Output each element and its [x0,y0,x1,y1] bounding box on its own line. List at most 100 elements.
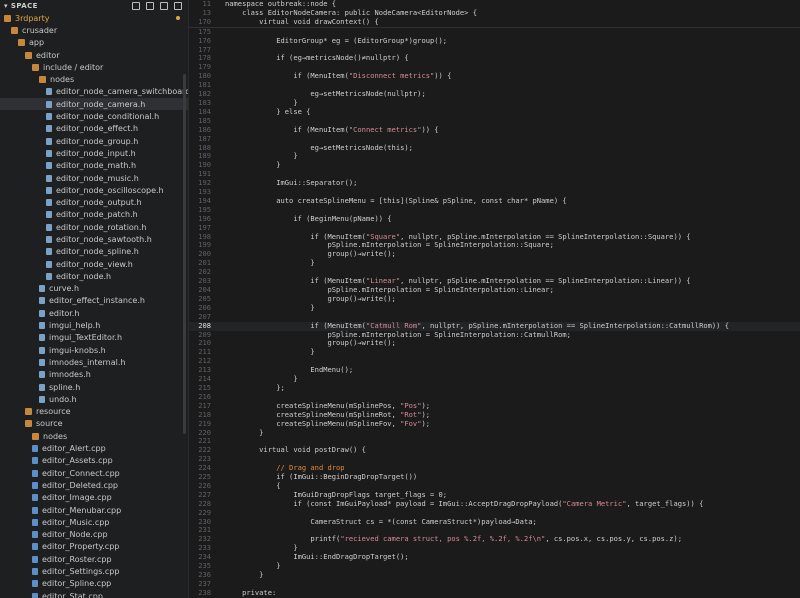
code-text: } else { [225,106,311,116]
code-editor[interactable]: 11 namespace outbreak::node {13 class Edi… [189,0,800,598]
new-file-icon[interactable] [132,2,140,10]
code-line[interactable]: 211 } [189,347,800,357]
code-line[interactable]: 222 virtual void postDraw() { [189,445,800,455]
tree-file[interactable]: imnodes_internal.h [0,356,188,368]
tree-file[interactable]: spline.h [0,381,188,393]
tree-file[interactable]: editor_Image.cpp [0,492,188,504]
refresh-icon[interactable] [160,2,168,10]
code-line[interactable]: 192 ImGui::Separator(); [189,178,800,188]
tree-file[interactable]: editor_Spline.cpp [0,578,188,590]
tree-folder[interactable]: nodes [0,73,188,85]
explorer-scrollbar[interactable] [183,74,186,434]
code-line[interactable]: 228 if (const ImGuiPayload* payload = Im… [189,499,800,509]
file-icon [32,555,38,563]
tree-file[interactable]: editor_node_output.h [0,196,188,208]
tree-file[interactable]: editor_node_music.h [0,172,188,184]
tree-folder[interactable]: resource [0,406,188,418]
tree-file[interactable]: editor_node_camera_switchboard.h [0,86,188,98]
tree-folder[interactable]: editor [0,49,188,61]
tree-file[interactable]: editor_node_conditional.h [0,110,188,122]
tree-file[interactable]: curve.h [0,283,188,295]
tree-file[interactable]: imgui-knobs.h [0,344,188,356]
tree-file[interactable]: editor_Connect.cpp [0,467,188,479]
tree-file[interactable]: editor_Assets.cpp [0,455,188,467]
file-icon [32,518,38,526]
tree-item-label: editor_Stat.cpp [42,591,103,598]
code-line[interactable]: 230 CameraStruct cs = *(const CameraStru… [189,517,800,527]
tree-file[interactable]: editor_Settings.cpp [0,565,188,577]
sticky-scroll-header[interactable]: 11 namespace outbreak::node {13 class Edi… [189,0,800,28]
tree-file[interactable]: editor.h [0,307,188,319]
tree-file[interactable]: undo.h [0,393,188,405]
file-icon [32,481,38,489]
tree-folder[interactable]: nodes [0,430,188,442]
code-line[interactable]: 178 if (eg→metricsNode()≠nullptr) { [189,54,800,63]
tree-file[interactable]: editor_Alert.cpp [0,442,188,454]
code-text: } [225,302,315,312]
tree-file[interactable]: editor_Stat.cpp [0,590,188,598]
code-line[interactable]: 220 } [189,428,800,438]
tree-file[interactable]: editor_node_input.h [0,147,188,159]
file-icon [32,494,38,502]
code-line[interactable]: 170 virtual void drawContext() { [189,17,800,27]
tree-file[interactable]: editor_node_camera.h [0,98,188,111]
tree-file[interactable]: editor_node_math.h [0,160,188,172]
tree-file[interactable]: editor_node_patch.h [0,209,188,221]
tree-file[interactable]: editor_effect_instance.h [0,295,188,307]
code-line[interactable]: 180 if (MenuItem("Disconnect metrics")) … [189,71,800,81]
folder-icon [25,408,32,416]
explorer-title: SPACE [10,2,38,10]
code-line[interactable]: 176 EditorGroup* eg = (EditorGroup*)grou… [189,36,800,46]
tree-file[interactable]: editor_node_view.h [0,258,188,270]
explorer-header[interactable]: ▾ SPACE [0,0,188,12]
tree-folder[interactable]: source [0,418,188,430]
new-folder-icon[interactable] [146,2,154,10]
tree-folder[interactable]: crusader [0,24,188,36]
tree-file[interactable]: editor_Node.cpp [0,528,188,540]
file-tree: 3rdparty crusader app editor include / edito… [0,12,188,598]
file-icon [32,469,38,477]
tree-item-label: editor_node_view.h [56,259,133,269]
code-line[interactable]: 184 } else { [189,106,800,117]
tree-file[interactable]: editor_Deleted.cpp [0,479,188,491]
tree-file[interactable]: editor_node_sawtooth.h [0,233,188,245]
tree-file[interactable]: imgui_TextEditor.h [0,332,188,344]
tree-file[interactable]: editor_Roster.cpp [0,553,188,565]
code-line[interactable]: 186 if (MenuItem("Connect metrics")) { [189,125,800,135]
tree-item-label: nodes [43,431,68,441]
code-lines[interactable]: 175 176 EditorGroup* eg = (EditorGroup*)g… [189,27,800,598]
tree-file[interactable]: editor_node.h [0,270,188,282]
code-line[interactable]: 225 if (ImGui::BeginDragDropTarget()) [189,472,800,482]
file-icon [46,272,52,280]
code-line[interactable]: 194 auto createSplineMenu = [this](Splin… [189,196,800,206]
code-line[interactable]: 190 } [189,160,800,170]
tree-folder[interactable]: 3rdparty [0,12,188,24]
code-line[interactable]: 234 ImGui::EndDragDropTarget(); [189,552,800,562]
tree-file[interactable]: editor_node_oscilloscope.h [0,184,188,196]
code-line[interactable]: 235 } [189,561,800,571]
tree-file[interactable]: editor_Property.cpp [0,541,188,553]
tree-file[interactable]: editor_Menubar.cpp [0,504,188,516]
code-line[interactable]: 196 if (BeginMenu(pName)) { [189,214,800,224]
code-line[interactable]: 237 [189,579,800,589]
code-line[interactable]: 219 createSplineMenu(mSplineFov, "Fov"); [189,419,800,429]
tree-item-label: editor_Property.cpp [42,542,120,552]
tree-file[interactable]: imnodes.h [0,369,188,381]
tree-folder[interactable]: include / editor [0,61,188,73]
tree-file[interactable]: editor_Music.cpp [0,516,188,528]
chevron-down-icon[interactable]: ▾ [4,2,8,10]
code-line[interactable]: 189 } [189,151,800,161]
code-line[interactable]: 201 } [189,258,800,268]
code-line[interactable]: 206 } [189,302,800,313]
tree-file[interactable]: imgui_help.h [0,319,188,331]
tree-file[interactable]: editor_node_effect.h [0,123,188,135]
tree-file[interactable]: editor_node_spline.h [0,246,188,258]
collapse-icon[interactable] [174,2,182,10]
code-line[interactable]: 215 }; [189,383,800,393]
tree-file[interactable]: editor_node_group.h [0,135,188,147]
code-line[interactable]: 238 private: [189,588,800,598]
tree-folder[interactable]: app [0,37,188,49]
code-line[interactable]: 236 } [189,570,800,580]
tree-file[interactable]: editor_node_rotation.h [0,221,188,233]
file-icon [32,580,38,588]
